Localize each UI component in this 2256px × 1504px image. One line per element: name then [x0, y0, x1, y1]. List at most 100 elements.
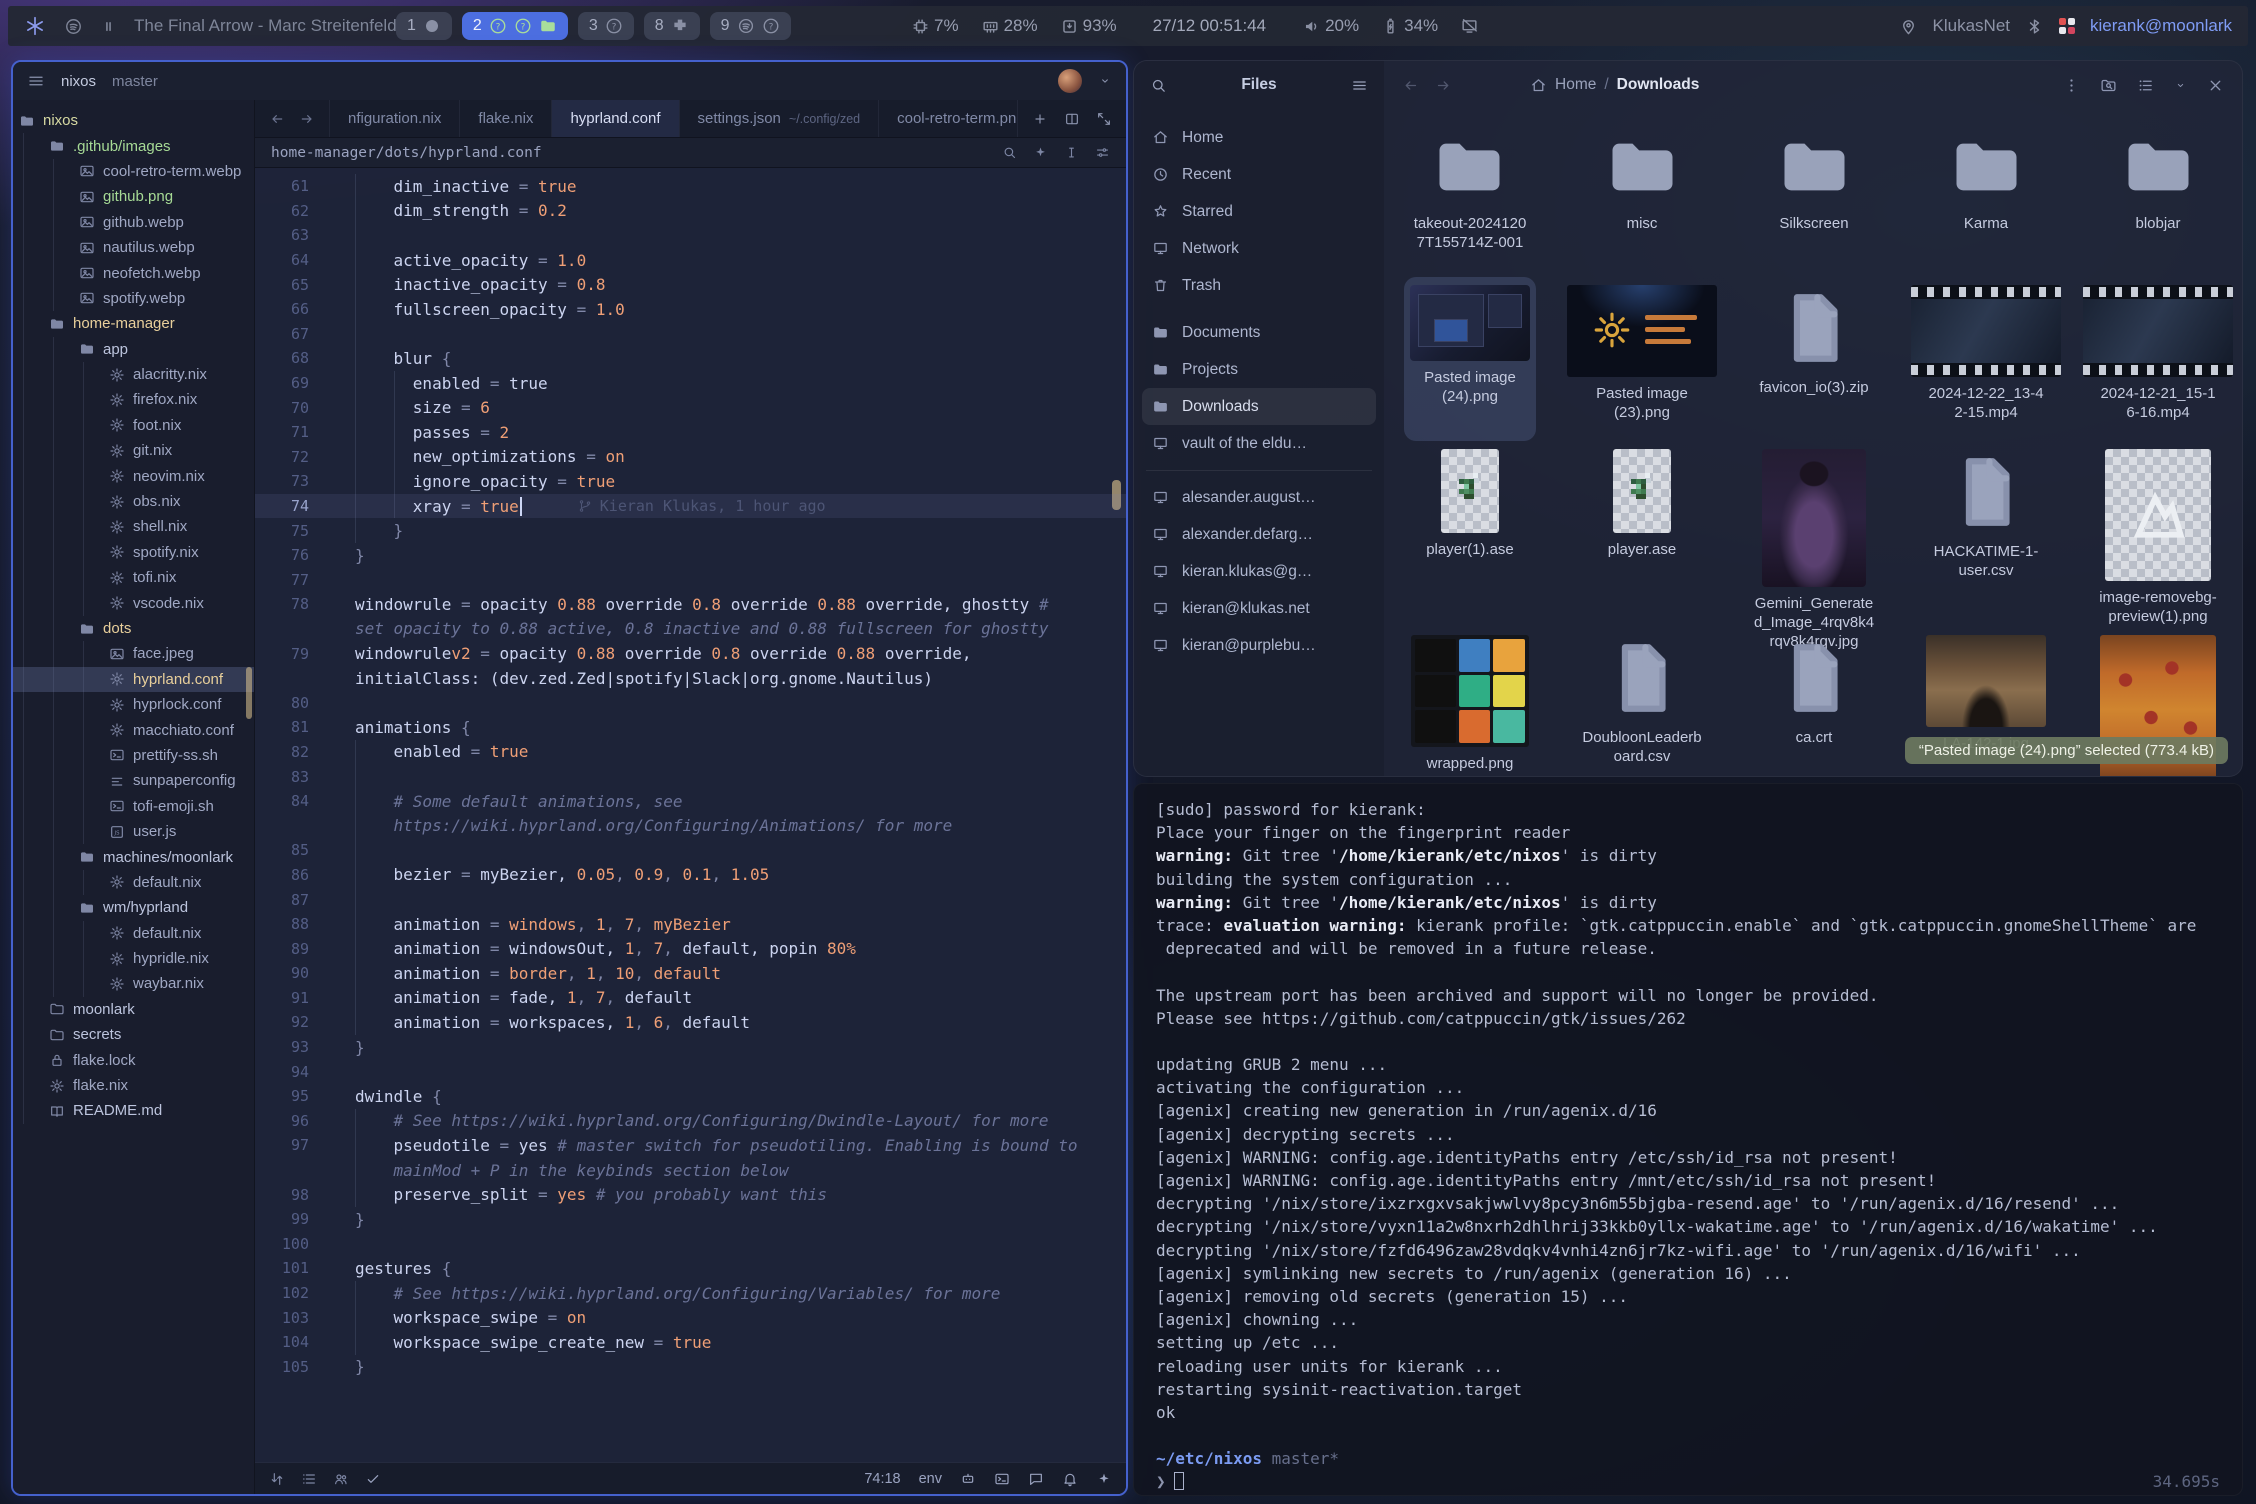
tree-item[interactable]: nautilus.webp: [13, 235, 254, 260]
now-playing[interactable]: The Final Arrow - Marc Streitenfeld: [134, 16, 397, 36]
file-item[interactable]: wrapped.png: [1405, 627, 1535, 777]
file-item[interactable]: image-removebg- preview(1).png: [2093, 441, 2223, 627]
sidebar-item-documents[interactable]: Documents: [1142, 314, 1376, 351]
bluetooth-icon[interactable]: [2025, 17, 2044, 36]
panel-scrollbar-thumb[interactable]: [246, 667, 252, 719]
sidebar-item-trash[interactable]: Trash: [1142, 267, 1376, 304]
sidebar-item-kieran-klukas-net[interactable]: kieran@klukas.net: [1142, 590, 1376, 627]
outline-icon[interactable]: [301, 1471, 317, 1487]
sidebar-item-alexander-defarg-[interactable]: alexander.defarg…: [1142, 516, 1376, 553]
tab-cool-retro-term.png[interactable]: cool-retro-term.png: [879, 100, 1017, 137]
sidebar-item-alesander-august-[interactable]: alesander.august…: [1142, 479, 1376, 516]
file-item[interactable]: player(1).ase: [1420, 441, 1520, 627]
env-indicator[interactable]: env: [919, 1471, 942, 1487]
tree-item[interactable]: home-manager: [13, 311, 254, 336]
new-folder-icon[interactable]: [2100, 77, 2117, 94]
tree-item[interactable]: shell.nix: [13, 514, 254, 539]
tab-flake.nix[interactable]: flake.nix: [460, 100, 552, 137]
tree-item[interactable]: tofi.nix: [13, 565, 254, 590]
tree-item[interactable]: hyprland.conf: [13, 667, 254, 692]
sidebar-item-starred[interactable]: Starred: [1142, 193, 1376, 230]
file-item[interactable]: ca.crt: [1767, 627, 1861, 777]
tree-item[interactable]: macchiato.conf: [13, 717, 254, 742]
tree-item[interactable]: foot.nix: [13, 413, 254, 438]
sidebar-item-recent[interactable]: Recent: [1142, 156, 1376, 193]
tree-item[interactable]: .github/images: [13, 133, 254, 158]
network-name[interactable]: KlukasNet: [1933, 16, 2010, 36]
tree-item[interactable]: neofetch.webp: [13, 260, 254, 285]
tree-item[interactable]: spotify.nix: [13, 540, 254, 565]
home-icon[interactable]: [1530, 77, 1547, 94]
file-item[interactable]: Silkscreen: [1761, 119, 1868, 277]
search-icon[interactable]: [1150, 77, 1167, 94]
network-icon[interactable]: [1899, 17, 1918, 36]
split-pane-icon[interactable]: [1064, 111, 1080, 127]
sidebar-item-kieran-klukas-g-[interactable]: kieran.klukas@g…: [1142, 553, 1376, 590]
sidebar-item-network[interactable]: Network: [1142, 230, 1376, 267]
tree-item[interactable]: wm/hyprland: [13, 895, 254, 920]
tab-hyprland.conf[interactable]: hyprland.conf: [552, 100, 679, 137]
file-item[interactable]: Pasted image (23).png: [1561, 277, 1723, 441]
tree-item[interactable]: default.nix: [13, 921, 254, 946]
tree-item[interactable]: face.jpeg: [13, 641, 254, 666]
tree-item[interactable]: git.nix: [13, 438, 254, 463]
project-name[interactable]: nixos: [61, 73, 96, 90]
file-item[interactable]: blobjar: [2105, 119, 2212, 277]
collab-icon[interactable]: [333, 1471, 349, 1487]
tree-item[interactable]: moonlark: [13, 997, 254, 1022]
diff-icon[interactable]: [269, 1471, 285, 1487]
path-current[interactable]: Downloads: [1617, 76, 1700, 94]
tree-item[interactable]: alacritty.nix: [13, 362, 254, 387]
nav-forward-icon[interactable]: [299, 111, 315, 127]
file-item[interactable]: takeout-2024120 7T155714Z-001: [1408, 119, 1533, 277]
back-icon[interactable]: [1402, 77, 1419, 94]
tree-item[interactable]: machines/moonlark: [13, 844, 254, 869]
app-menu-icon[interactable]: [27, 72, 45, 90]
avatar[interactable]: [1058, 69, 1082, 93]
tree-item[interactable]: github.webp: [13, 210, 254, 235]
new-tab-icon[interactable]: [1032, 111, 1048, 127]
cursor-position[interactable]: 74:18: [864, 1471, 900, 1487]
file-item[interactable]: DoubloonLeaderb oard.csv: [1576, 627, 1707, 777]
tree-item[interactable]: firefox.nix: [13, 387, 254, 412]
tree-item[interactable]: tofi-emoji.sh: [13, 794, 254, 819]
sidebar-item-vault-of-the-eldu-[interactable]: vault of the eldu…: [1142, 425, 1376, 462]
tree-item[interactable]: flake.lock: [13, 1047, 254, 1072]
workspace-pill-3[interactable]: 3?: [578, 12, 634, 40]
diagnostics-check-icon[interactable]: [365, 1471, 381, 1487]
tree-item[interactable]: hyprlock.conf: [13, 692, 254, 717]
tree-item[interactable]: secrets: [13, 1022, 254, 1047]
tree-item[interactable]: sunpaperconfig: [13, 768, 254, 793]
breadcrumb[interactable]: home-manager/dots/hyprland.conf: [271, 145, 542, 161]
volume-icon[interactable]: [1302, 17, 1321, 36]
editor-controls-icon[interactable]: [1095, 145, 1110, 160]
file-item[interactable]: HACKATIME-1- user.csv: [1928, 441, 2045, 627]
inline-assist-icon[interactable]: [1033, 145, 1048, 160]
pause-icon[interactable]: [101, 17, 116, 36]
tree-item[interactable]: app: [13, 337, 254, 362]
notifications-icon[interactable]: [1062, 1471, 1078, 1487]
idle-inhibitor-icon[interactable]: [1460, 17, 1479, 36]
forward-icon[interactable]: [1435, 77, 1452, 94]
path-home[interactable]: Home: [1555, 76, 1596, 94]
view-options-icon[interactable]: [2174, 77, 2187, 94]
file-item[interactable]: 2024-12-21_15-1 6-16.mp4: [2077, 277, 2239, 441]
tree-item[interactable]: neovim.nix: [13, 463, 254, 488]
tree-item[interactable]: dots: [13, 616, 254, 641]
tree-item[interactable]: vscode.nix: [13, 590, 254, 615]
tab-nfiguration.nix[interactable]: nfiguration.nix: [330, 100, 460, 137]
file-item[interactable]: misc: [1589, 119, 1696, 277]
sidebar-item-home[interactable]: Home: [1142, 119, 1376, 156]
assistant-icon[interactable]: [1096, 1471, 1112, 1487]
code-editor[interactable]: 61 dim_inactive = true62 dim_strength = …: [255, 168, 1126, 1462]
tree-item[interactable]: cool-retro-term.webp: [13, 159, 254, 184]
tree-item[interactable]: default.nix: [13, 870, 254, 895]
file-item[interactable]: player.ase: [1602, 441, 1682, 627]
terminal-window[interactable]: [sudo] password for kierank:Place your f…: [1133, 783, 2243, 1496]
more-options-icon[interactable]: [2063, 77, 2080, 94]
tree-item[interactable]: nixos: [13, 108, 254, 133]
tree-item[interactable]: flake.nix: [13, 1073, 254, 1098]
tab-settings.json[interactable]: settings.json~/.config/zed: [680, 100, 880, 137]
tree-item[interactable]: github.png: [13, 184, 254, 209]
text-cursor-icon[interactable]: [1064, 145, 1079, 160]
